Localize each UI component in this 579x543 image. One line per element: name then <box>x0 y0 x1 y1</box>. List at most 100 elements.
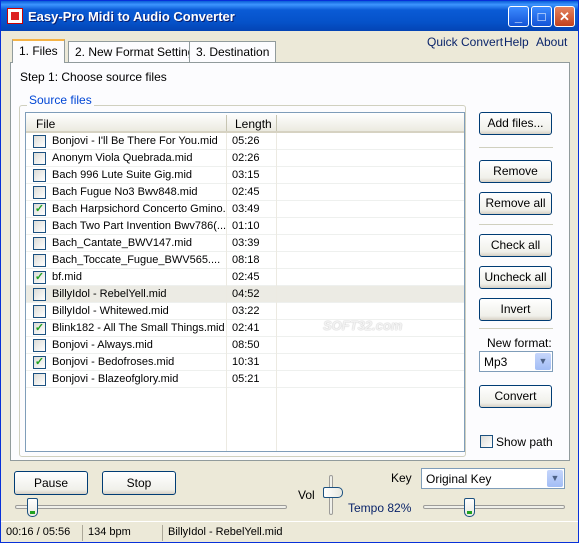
row-checkbox[interactable] <box>33 169 46 182</box>
row-checkbox[interactable] <box>33 339 46 352</box>
row-checkbox[interactable]: ✓ <box>33 356 46 369</box>
volume-slider[interactable] <box>323 487 343 498</box>
uncheck-all-button[interactable]: Uncheck all <box>479 266 552 289</box>
file-name: Anonym Viola Quebrada.mid <box>52 152 193 164</box>
file-length: 02:45 <box>232 186 260 198</box>
table-row[interactable]: Bach Two Part Invention Bwv786(... 01:10 <box>26 218 464 235</box>
file-name: Bach Fugue No3 Bwv848.mid <box>52 186 198 198</box>
table-row[interactable]: Anonym Viola Quebrada.mid 02:26 <box>26 150 464 167</box>
table-row[interactable]: ✓ bf.mid 02:45 <box>26 269 464 286</box>
playback-position-track[interactable] <box>15 505 287 509</box>
new-format-label: New format: <box>487 336 552 350</box>
row-checkbox[interactable] <box>33 254 46 267</box>
row-checkbox[interactable] <box>33 135 46 148</box>
button-divider <box>479 328 553 329</box>
table-row[interactable]: Bach_Cantate_BWV147.mid 03:39 <box>26 235 464 252</box>
check-all-button[interactable]: Check all <box>479 234 552 257</box>
button-divider <box>479 147 553 148</box>
row-checkbox[interactable]: ✓ <box>33 203 46 216</box>
row-checkbox[interactable] <box>33 288 46 301</box>
table-row[interactable]: ✓ Bonjovi - Bedofroses.mid 10:31 <box>26 354 464 371</box>
playback-position-slider[interactable] <box>27 498 38 517</box>
tab-new-format-settings[interactable]: 2. New Format Settings <box>68 41 208 62</box>
file-length: 02:41 <box>232 322 260 334</box>
file-list[interactable]: File Length Bonjovi - I'll Be There For … <box>25 112 465 452</box>
step-instruction: Step 1: Choose source files <box>20 70 167 84</box>
quick-convert-link[interactable]: Quick Convert <box>427 35 503 49</box>
file-name: Blink182 - All The Small Things.mid <box>52 322 225 334</box>
app-icon <box>7 8 23 24</box>
row-checkbox[interactable] <box>33 220 46 233</box>
row-checkbox[interactable] <box>33 237 46 250</box>
about-link[interactable]: About <box>536 35 567 49</box>
source-files-label: Source files <box>27 93 94 107</box>
file-length: 03:39 <box>232 237 260 249</box>
button-divider <box>479 224 553 225</box>
new-format-value: Mp3 <box>484 355 508 369</box>
table-row[interactable]: Bach Fugue No3 Bwv848.mid 02:45 <box>26 184 464 201</box>
key-value: Original Key <box>426 472 492 486</box>
tab-destination[interactable]: 3. Destination <box>189 41 277 62</box>
stop-button[interactable]: Stop <box>102 471 176 495</box>
file-name: Bach_Cantate_BWV147.mid <box>52 237 193 249</box>
remove-button[interactable]: Remove <box>479 160 552 183</box>
chevron-down-icon[interactable]: ▼ <box>547 470 563 487</box>
row-checkbox[interactable]: ✓ <box>33 271 46 284</box>
watermark: SOFT32.com <box>323 318 403 333</box>
close-button[interactable]: ✕ <box>554 6 575 27</box>
maximize-button[interactable]: □ <box>531 6 552 27</box>
file-length: 08:18 <box>232 254 260 266</box>
table-row[interactable]: Bonjovi - I'll Be There For You.mid 05:26 <box>26 133 464 150</box>
file-length: 03:22 <box>232 305 260 317</box>
row-checkbox[interactable]: ✓ <box>33 322 46 335</box>
add-files-button[interactable]: Add files... <box>479 112 552 135</box>
column-header-length[interactable]: Length <box>235 117 272 131</box>
invert-button[interactable]: Invert <box>479 298 552 321</box>
table-row[interactable]: Bach 996 Lute Suite Gig.mid 03:15 <box>26 167 464 184</box>
file-name: Bach_Toccate_Fugue_BWV565.... <box>52 254 221 266</box>
new-format-select[interactable]: Mp3 ▼ <box>479 351 553 372</box>
convert-button[interactable]: Convert <box>479 385 552 408</box>
chevron-down-icon[interactable]: ▼ <box>535 353 551 370</box>
file-name: Bach 996 Lute Suite Gig.mid <box>52 169 193 181</box>
help-link[interactable]: Help <box>504 35 529 49</box>
column-header-file[interactable]: File <box>36 117 55 131</box>
table-row[interactable]: BillyIdol - RebelYell.mid 04:52 <box>26 286 464 303</box>
row-checkbox[interactable] <box>33 152 46 165</box>
tempo-label: Tempo 82% <box>348 501 412 515</box>
title-bar[interactable]: Easy-Pro Midi to Audio Converter _ □ ✕ <box>1 1 578 31</box>
minimize-button[interactable]: _ <box>508 6 529 27</box>
table-row[interactable]: ✓ Bach Harpsichord Concerto Gmino... 03:49 <box>26 201 464 218</box>
file-length: 02:26 <box>232 152 260 164</box>
key-select[interactable]: Original Key ▼ <box>421 468 565 489</box>
window-title: Easy-Pro Midi to Audio Converter <box>28 9 235 24</box>
table-row[interactable]: Bach_Toccate_Fugue_BWV565.... 08:18 <box>26 252 464 269</box>
tab-files[interactable]: 1. Files <box>12 39 65 63</box>
file-length: 05:26 <box>232 135 260 147</box>
status-current-file: BillyIdol - RebelYell.mid <box>168 526 283 538</box>
row-checkbox[interactable] <box>33 305 46 318</box>
row-checkbox[interactable] <box>33 373 46 386</box>
remove-all-button[interactable]: Remove all <box>479 192 552 215</box>
file-name: Bonjovi - I'll Be There For You.mid <box>52 135 218 147</box>
status-time: 00:16 / 05:56 <box>3 525 83 541</box>
show-path-label: Show path <box>496 435 553 449</box>
status-bar: 00:16 / 05:56 134 bpm BillyIdol - RebelY… <box>1 521 578 542</box>
show-path-checkbox[interactable] <box>480 435 493 448</box>
file-length: 10:31 <box>232 356 260 368</box>
status-bpm: 134 bpm <box>85 525 163 541</box>
file-name: bf.mid <box>52 271 82 283</box>
file-name: Bach Two Part Invention Bwv786(... <box>52 220 226 232</box>
row-checkbox[interactable] <box>33 186 46 199</box>
tempo-slider[interactable] <box>464 498 475 517</box>
tempo-track[interactable] <box>423 505 565 509</box>
file-name: BillyIdol - RebelYell.mid <box>52 288 167 300</box>
table-row[interactable]: Bonjovi - Blazeofglory.mid 05:21 <box>26 371 464 388</box>
file-length: 04:52 <box>232 288 260 300</box>
table-row[interactable]: Bonjovi - Always.mid 08:50 <box>26 337 464 354</box>
file-length: 03:15 <box>232 169 260 181</box>
file-name: Bonjovi - Blazeofglory.mid <box>52 373 179 385</box>
pause-button[interactable]: Pause <box>14 471 88 495</box>
key-label: Key <box>391 471 412 485</box>
file-name: BillyIdol - Whitewed.mid <box>52 305 169 317</box>
